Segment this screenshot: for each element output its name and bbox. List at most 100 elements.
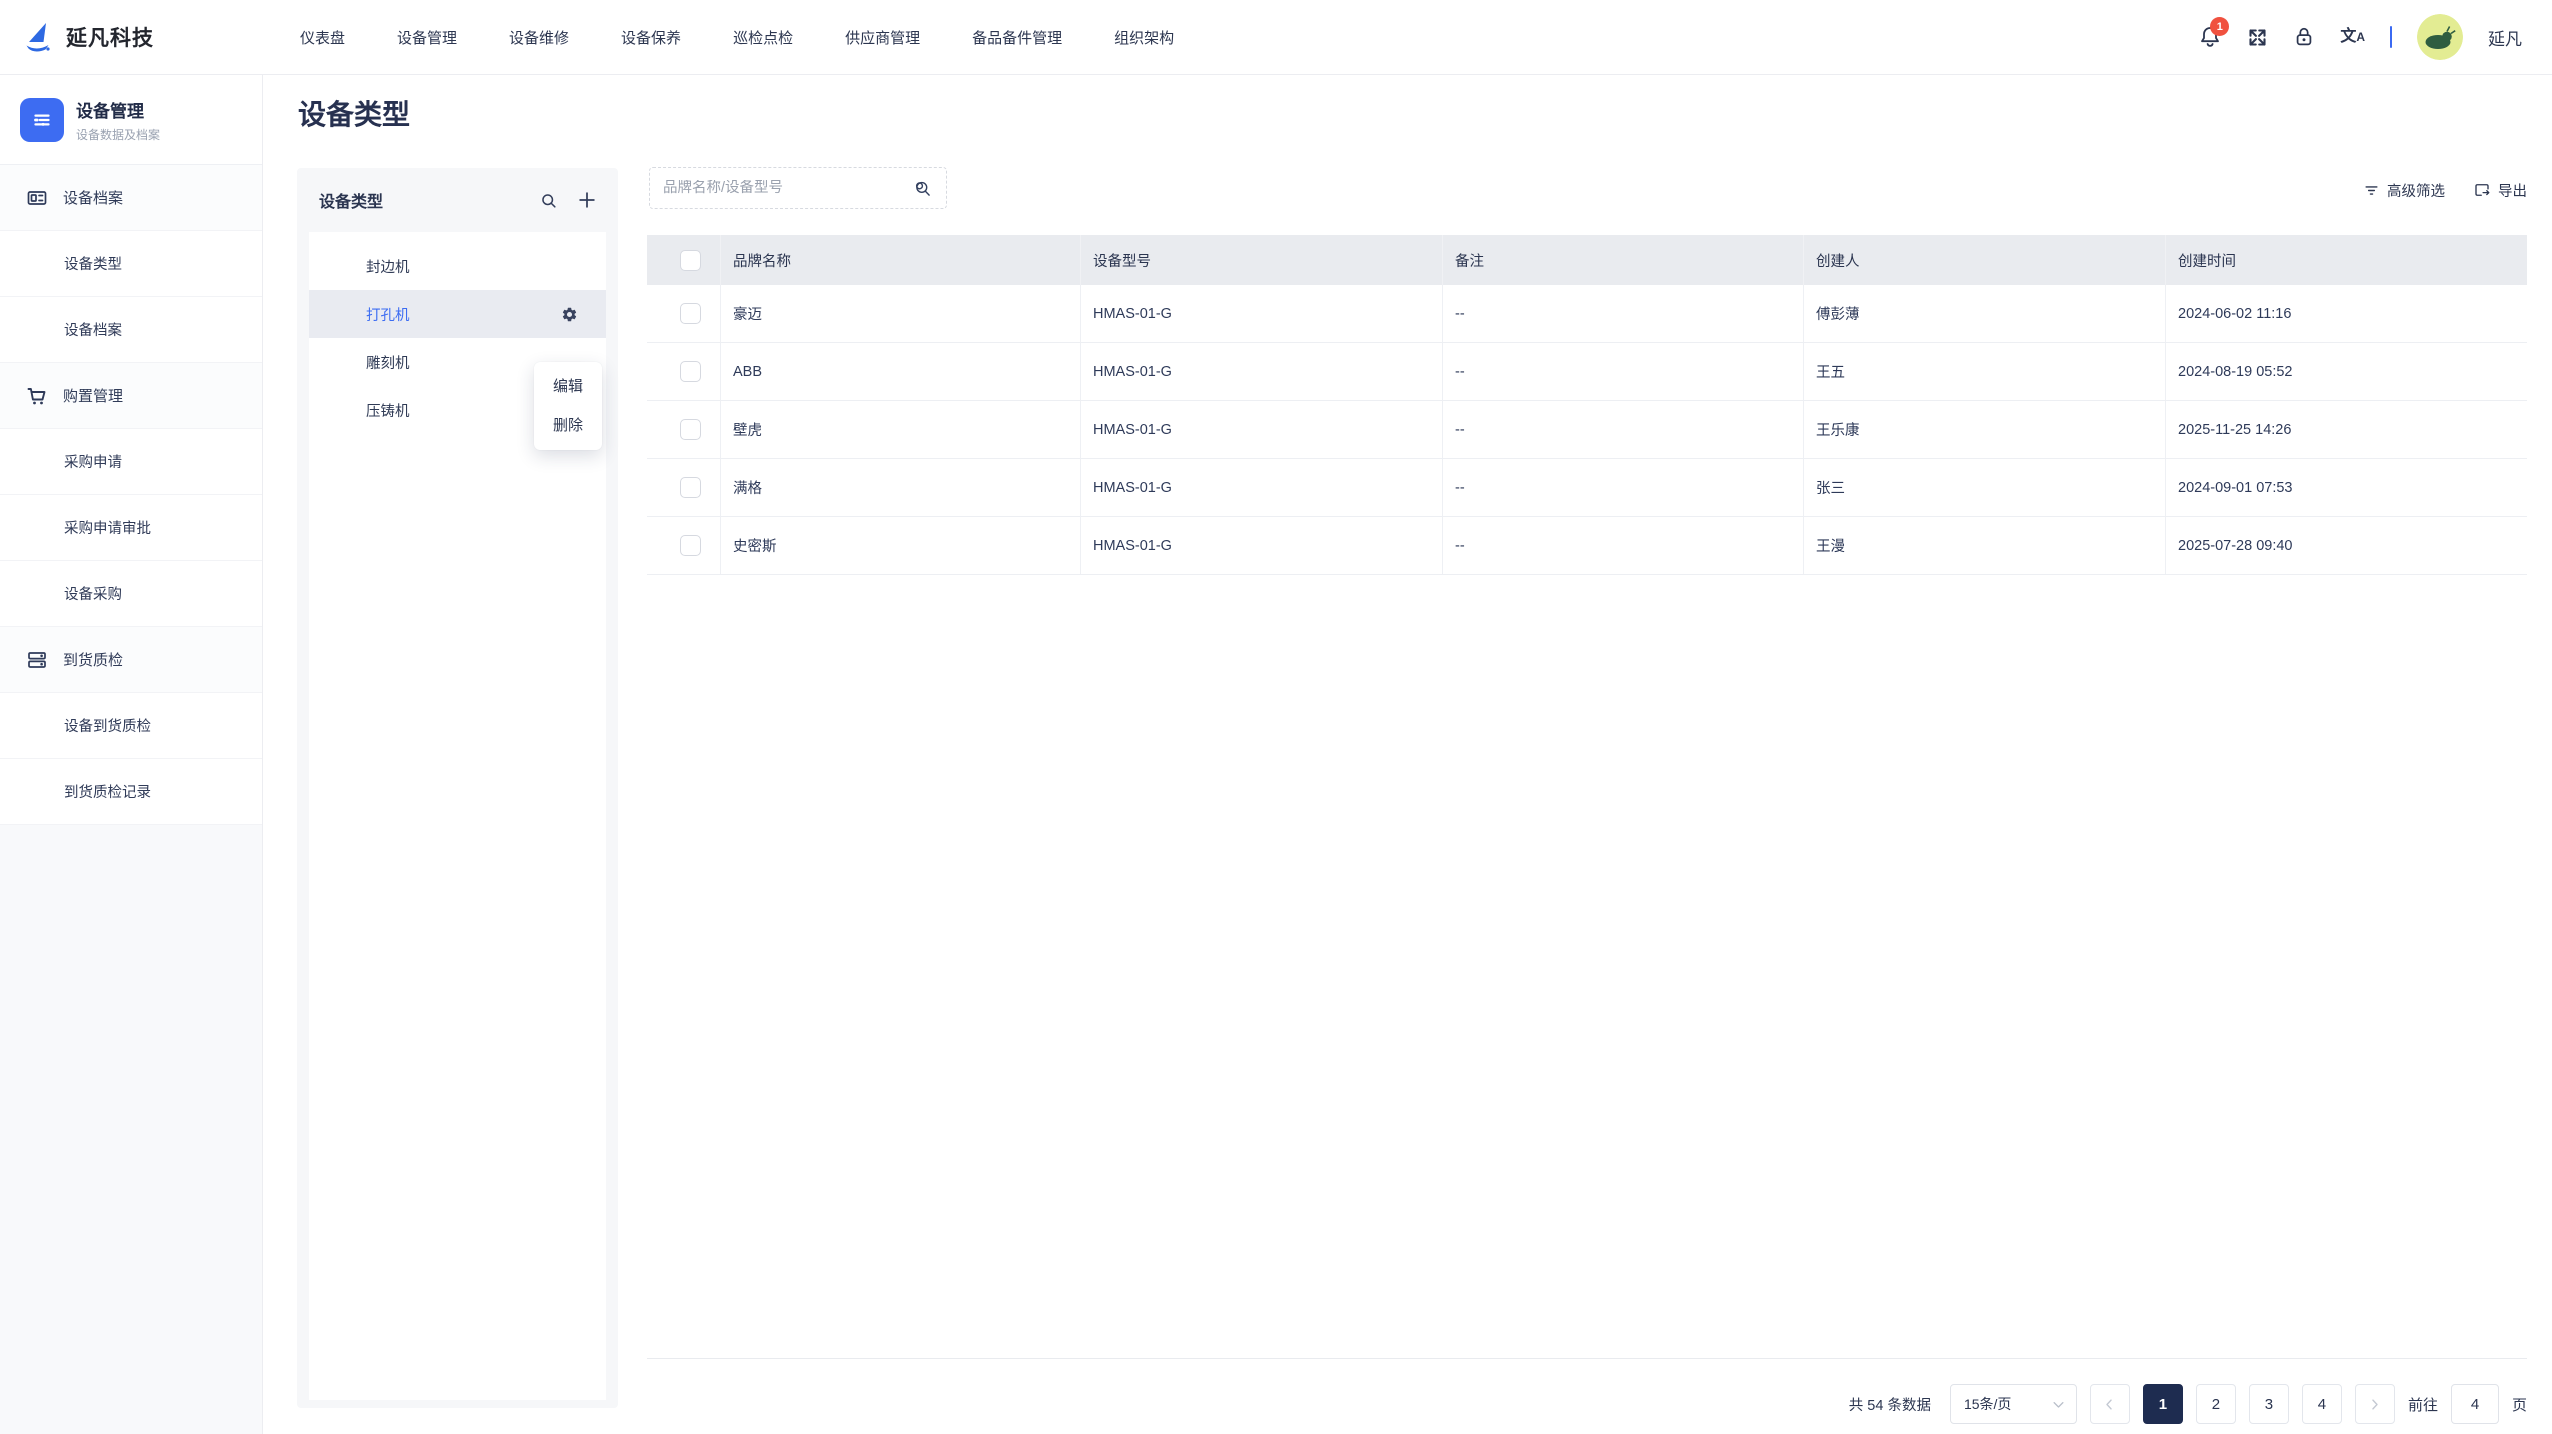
cell-creator: 张三: [1804, 459, 2166, 516]
row-checkbox[interactable]: [680, 361, 701, 382]
cell-brand: 史密斯: [721, 517, 1081, 574]
nav-item-equipment-repair[interactable]: 设备维修: [509, 27, 569, 48]
page-title: 设备类型: [298, 93, 410, 133]
cell-created-at: 2024-08-19 05:52: [2166, 343, 2527, 400]
table-row[interactable]: ABB HMAS-01-G -- 王五 2024-08-19 05:52: [647, 343, 2527, 401]
nav-item-org-structure[interactable]: 组织架构: [1114, 27, 1174, 48]
sidebar-item-purchase-approval[interactable]: 采购申请审批: [0, 495, 262, 561]
brand-logo[interactable]: 延凡科技: [0, 19, 300, 55]
column-header-brand: 品牌名称: [721, 235, 1081, 285]
cell-brand: ABB: [721, 343, 1081, 400]
nav-item-equipment-management[interactable]: 设备管理: [397, 27, 457, 48]
user-avatar[interactable]: [2417, 14, 2463, 60]
cell-remark: --: [1443, 459, 1804, 516]
sidebar-item-label: 采购申请审批: [64, 517, 151, 538]
brand-name: 延凡科技: [66, 22, 154, 52]
zoom-search-icon[interactable]: [912, 178, 933, 199]
cell-creator: 王五: [1804, 343, 2166, 400]
equipment-type-panel: 设备类型 封边机 打孔机: [297, 168, 618, 1408]
cell-brand: 壁虎: [721, 401, 1081, 458]
search-input[interactable]: [663, 180, 912, 196]
cell-created-at: 2024-09-01 07:53: [2166, 459, 2527, 516]
nav-item-dashboard[interactable]: 仪表盘: [300, 27, 345, 48]
cell-created-at: 2024-06-02 11:16: [2166, 285, 2527, 342]
type-item-label: 打孔机: [366, 304, 410, 325]
table-row[interactable]: 豪迈 HMAS-01-G -- 傅彭薄 2024-06-02 11:16: [647, 285, 2527, 343]
navbar-actions: 1 文A 延凡: [2198, 14, 2552, 60]
sidebar-item-equipment-purchase[interactable]: 设备采购: [0, 561, 262, 627]
column-header-creator: 创建人: [1804, 235, 2166, 285]
cell-remark: --: [1443, 285, 1804, 342]
cell-model: HMAS-01-G: [1081, 401, 1443, 458]
cell-brand: 豪迈: [721, 285, 1081, 342]
sidebar-item-equipment-archive[interactable]: 设备档案: [0, 297, 262, 363]
cell-model: HMAS-01-G: [1081, 285, 1443, 342]
row-checkbox[interactable]: [680, 535, 701, 556]
row-checkbox[interactable]: [680, 419, 701, 440]
nav-item-inspection[interactable]: 巡检点检: [733, 27, 793, 48]
add-type-icon[interactable]: [576, 189, 598, 211]
panel-header: 设备类型: [297, 168, 618, 232]
sidebar-item-arrival-inspection[interactable]: 设备到货质检: [0, 693, 262, 759]
nav-item-equipment-maintenance[interactable]: 设备保养: [621, 27, 681, 48]
search-icon[interactable]: [539, 191, 558, 210]
table-toolbar: 高级筛选 导出: [2363, 175, 2527, 205]
sidebar-item-label: 设备类型: [64, 253, 122, 274]
main-content: 设备类型 设备类型 封边机: [264, 75, 2552, 1434]
sidebar-group-purchase-management[interactable]: 购置管理: [0, 363, 262, 429]
cell-remark: --: [1443, 517, 1804, 574]
sidebar-item-label: 设备到货质检: [64, 715, 151, 736]
prev-page-button[interactable]: [2090, 1384, 2130, 1424]
cart-icon: [25, 384, 49, 408]
type-context-menu: 编辑 删除: [534, 362, 602, 450]
sidebar-item-inspection-records[interactable]: 到货质检记录: [0, 759, 262, 825]
gear-icon[interactable]: [561, 306, 578, 323]
table-row[interactable]: 满格 HMAS-01-G -- 张三 2024-09-01 07:53: [647, 459, 2527, 517]
app-list-icon: [20, 98, 64, 142]
notification-badge: 1: [2210, 17, 2229, 36]
page-button-2[interactable]: 2: [2196, 1384, 2236, 1424]
sidebar-group-label: 到货质检: [63, 649, 123, 670]
page-size-value: 15条/页: [1964, 1394, 2011, 1414]
cell-created-at: 2025-07-28 09:40: [2166, 517, 2527, 574]
sidebar: 设备管理 设备数据及档案 设备档案 设备类型 设备档案 购置管理 采购: [0, 75, 263, 1434]
next-page-button[interactable]: [2355, 1384, 2395, 1424]
select-all-checkbox[interactable]: [680, 250, 701, 271]
page-button-1[interactable]: 1: [2143, 1384, 2183, 1424]
cell-model: HMAS-01-G: [1081, 459, 1443, 516]
context-menu-delete[interactable]: 删除: [534, 406, 602, 445]
cell-brand: 满格: [721, 459, 1081, 516]
advanced-filter-button[interactable]: 高级筛选: [2363, 180, 2445, 201]
lock-icon[interactable]: [2293, 26, 2315, 48]
context-menu-edit[interactable]: 编辑: [534, 367, 602, 406]
sidebar-item-purchase-request[interactable]: 采购申请: [0, 429, 262, 495]
row-checkbox[interactable]: [680, 303, 701, 324]
export-label: 导出: [2498, 180, 2527, 201]
nav-item-spare-parts[interactable]: 备品备件管理: [972, 27, 1062, 48]
page-button-3[interactable]: 3: [2249, 1384, 2289, 1424]
page-size-select[interactable]: 15条/页: [1950, 1384, 2077, 1424]
type-item-edge-banding[interactable]: 封边机: [309, 242, 606, 290]
sidebar-group-equipment-archive[interactable]: 设备档案: [0, 165, 262, 231]
sidebar-item-equipment-type[interactable]: 设备类型: [0, 231, 262, 297]
panel-title: 设备类型: [319, 188, 539, 212]
server-icon: [25, 648, 49, 672]
notification-bell-icon[interactable]: 1: [2198, 25, 2222, 49]
row-checkbox[interactable]: [680, 477, 701, 498]
page-button-4[interactable]: 4: [2302, 1384, 2342, 1424]
goto-unit-label: 页: [2512, 1394, 2527, 1415]
fullscreen-icon[interactable]: [2247, 27, 2268, 48]
export-button[interactable]: 导出: [2473, 180, 2527, 201]
sidebar-item-label: 采购申请: [64, 451, 122, 472]
translate-icon[interactable]: 文A: [2340, 29, 2365, 45]
sidebar-app-subtitle: 设备数据及档案: [76, 126, 160, 143]
table-row[interactable]: 史密斯 HMAS-01-G -- 王漫 2025-07-28 09:40: [647, 517, 2527, 575]
type-item-drilling[interactable]: 打孔机: [309, 290, 606, 338]
sidebar-group-arrival-inspection[interactable]: 到货质检: [0, 627, 262, 693]
username-label: 延凡: [2488, 25, 2522, 50]
goto-page-input[interactable]: [2451, 1384, 2499, 1424]
goto-label: 前往: [2408, 1394, 2438, 1415]
archive-icon: [25, 186, 49, 210]
table-row[interactable]: 壁虎 HMAS-01-G -- 王乐康 2025-11-25 14:26: [647, 401, 2527, 459]
nav-item-supplier-management[interactable]: 供应商管理: [845, 27, 920, 48]
